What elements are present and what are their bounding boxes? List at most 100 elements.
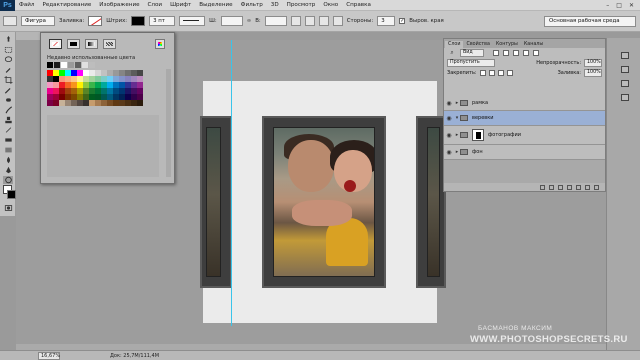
tab-paths[interactable]: Контуры: [493, 41, 521, 48]
menu-file[interactable]: Файл: [15, 2, 38, 8]
close-button[interactable]: ✕: [629, 2, 634, 9]
visibility-eye-icon[interactable]: ◉: [444, 115, 454, 122]
pen-tool-icon[interactable]: [3, 166, 13, 174]
path-operations-button[interactable]: [290, 16, 301, 26]
blend-mode-select[interactable]: Пропустить: [447, 59, 495, 67]
minimize-button[interactable]: –: [606, 2, 609, 9]
character-panel-icon[interactable]: [621, 80, 629, 87]
filter-shape-button[interactable]: [523, 50, 529, 56]
menu-edit[interactable]: Редактирование: [38, 2, 95, 8]
path-arrangement-button[interactable]: [318, 16, 329, 26]
recent-swatch[interactable]: [54, 62, 60, 68]
color-swatch[interactable]: [137, 100, 143, 106]
zoom-field[interactable]: 16,67%: [38, 351, 60, 360]
recent-swatch[interactable]: [89, 62, 95, 68]
gear-icon[interactable]: [332, 16, 343, 26]
filter-adjustment-button[interactable]: [503, 50, 509, 56]
polygon-tool-icon[interactable]: [3, 176, 13, 184]
filter-pixel-button[interactable]: [493, 50, 499, 56]
recent-swatch[interactable]: [82, 62, 88, 68]
quick-select-tool-icon[interactable]: [3, 66, 13, 74]
fx-icon[interactable]: [549, 184, 554, 190]
marquee-tool-icon[interactable]: [3, 46, 13, 54]
blur-tool-icon[interactable]: [3, 156, 13, 164]
quick-mask-icon[interactable]: [3, 204, 13, 212]
color-picker-button[interactable]: [155, 39, 165, 49]
stroke-swatch[interactable]: [131, 16, 146, 26]
recent-swatch[interactable]: [68, 62, 74, 68]
recent-swatch[interactable]: [47, 62, 53, 68]
vertical-guide[interactable]: [231, 40, 232, 326]
menu-filter[interactable]: Фильтр: [237, 2, 267, 8]
actions-panel-icon[interactable]: [621, 66, 629, 73]
menu-view[interactable]: Просмотр: [283, 2, 320, 8]
eyedropper-tool-icon[interactable]: [3, 86, 13, 94]
visibility-eye-icon[interactable]: ◉: [444, 100, 454, 107]
menu-image[interactable]: Изображение: [95, 2, 143, 8]
gradient-tool-icon[interactable]: [3, 146, 13, 154]
link-icon[interactable]: ∞: [247, 18, 252, 24]
layer-mask-thumbnail[interactable]: [472, 129, 484, 141]
menu-select[interactable]: Выделение: [195, 2, 236, 8]
move-tool-icon[interactable]: [3, 36, 13, 44]
kind-filter-select[interactable]: Вид: [460, 49, 484, 57]
document-size[interactable]: Док: 25,7М/111,4М: [110, 353, 159, 359]
history-brush-tool-icon[interactable]: [3, 126, 13, 134]
link-layers-icon[interactable]: [540, 184, 545, 190]
stroke-width-field[interactable]: 3 пт: [149, 16, 176, 26]
adjustment-layer-icon[interactable]: [567, 184, 572, 190]
lock-position-button[interactable]: [497, 70, 504, 76]
sides-field[interactable]: 3: [377, 16, 396, 26]
brush-tool-icon[interactable]: [3, 106, 13, 114]
layer-row-fon[interactable]: ◉ ▸ фон: [444, 145, 605, 160]
lock-transparency-button[interactable]: [479, 70, 486, 76]
pattern-button[interactable]: [103, 39, 116, 49]
visibility-eye-icon[interactable]: ◉: [444, 132, 454, 139]
trash-icon[interactable]: [594, 184, 599, 190]
add-mask-icon[interactable]: [558, 184, 563, 190]
layer-row-ramka[interactable]: ◉ ▸ рамка: [444, 96, 605, 111]
tool-mode-select[interactable]: Фигура: [21, 16, 55, 26]
menu-window[interactable]: Окно: [319, 2, 342, 8]
new-layer-icon[interactable]: [585, 184, 590, 190]
lock-pixels-button[interactable]: [488, 70, 495, 76]
clone-stamp-tool-icon[interactable]: [3, 116, 13, 124]
maximize-button[interactable]: □: [616, 2, 622, 9]
stroke-type-select[interactable]: [179, 16, 206, 26]
center-photo-frame[interactable]: [262, 116, 386, 288]
opacity-field[interactable]: 100%: [584, 59, 602, 67]
eraser-tool-icon[interactable]: [3, 136, 13, 144]
solid-color-button[interactable]: [67, 39, 80, 49]
align-edges-checkbox[interactable]: ✓: [399, 18, 406, 24]
recent-swatch[interactable]: [61, 62, 67, 68]
healing-brush-tool-icon[interactable]: [3, 96, 13, 104]
visibility-eye-icon[interactable]: ◉: [444, 149, 454, 156]
tab-layers[interactable]: Слои: [445, 41, 464, 48]
filter-smart-button[interactable]: [533, 50, 539, 56]
right-photo-frame[interactable]: [416, 116, 446, 288]
swatch-scrollbar[interactable]: [166, 69, 171, 177]
lasso-tool-icon[interactable]: [3, 56, 13, 64]
no-color-button[interactable]: [49, 39, 62, 49]
height-field[interactable]: [264, 16, 287, 26]
layer-row-verevki[interactable]: ◉ ▾ веревки: [444, 111, 605, 126]
tab-channels[interactable]: Каналы: [521, 41, 546, 48]
tab-properties[interactable]: Свойства: [463, 41, 492, 48]
paragraph-panel-icon[interactable]: [621, 94, 629, 101]
history-panel-icon[interactable]: [621, 52, 629, 59]
menu-layers[interactable]: Слои: [144, 2, 167, 8]
path-alignment-button[interactable]: [304, 16, 315, 26]
tool-preset-picker[interactable]: [3, 16, 17, 26]
width-field[interactable]: [220, 16, 243, 26]
menu-type[interactable]: Шрифт: [166, 2, 195, 8]
recent-swatch[interactable]: [75, 62, 81, 68]
menu-help[interactable]: Справка: [342, 2, 375, 8]
lock-all-icon[interactable]: [506, 70, 513, 76]
menu-3d[interactable]: 3D: [267, 2, 283, 8]
crop-tool-icon[interactable]: [3, 76, 13, 84]
filter-type-button[interactable]: [513, 50, 519, 56]
fill-field[interactable]: 100%: [584, 69, 602, 77]
new-group-icon[interactable]: [576, 184, 581, 190]
fill-swatch[interactable]: [88, 16, 103, 26]
background-color-swatch[interactable]: [7, 190, 16, 199]
